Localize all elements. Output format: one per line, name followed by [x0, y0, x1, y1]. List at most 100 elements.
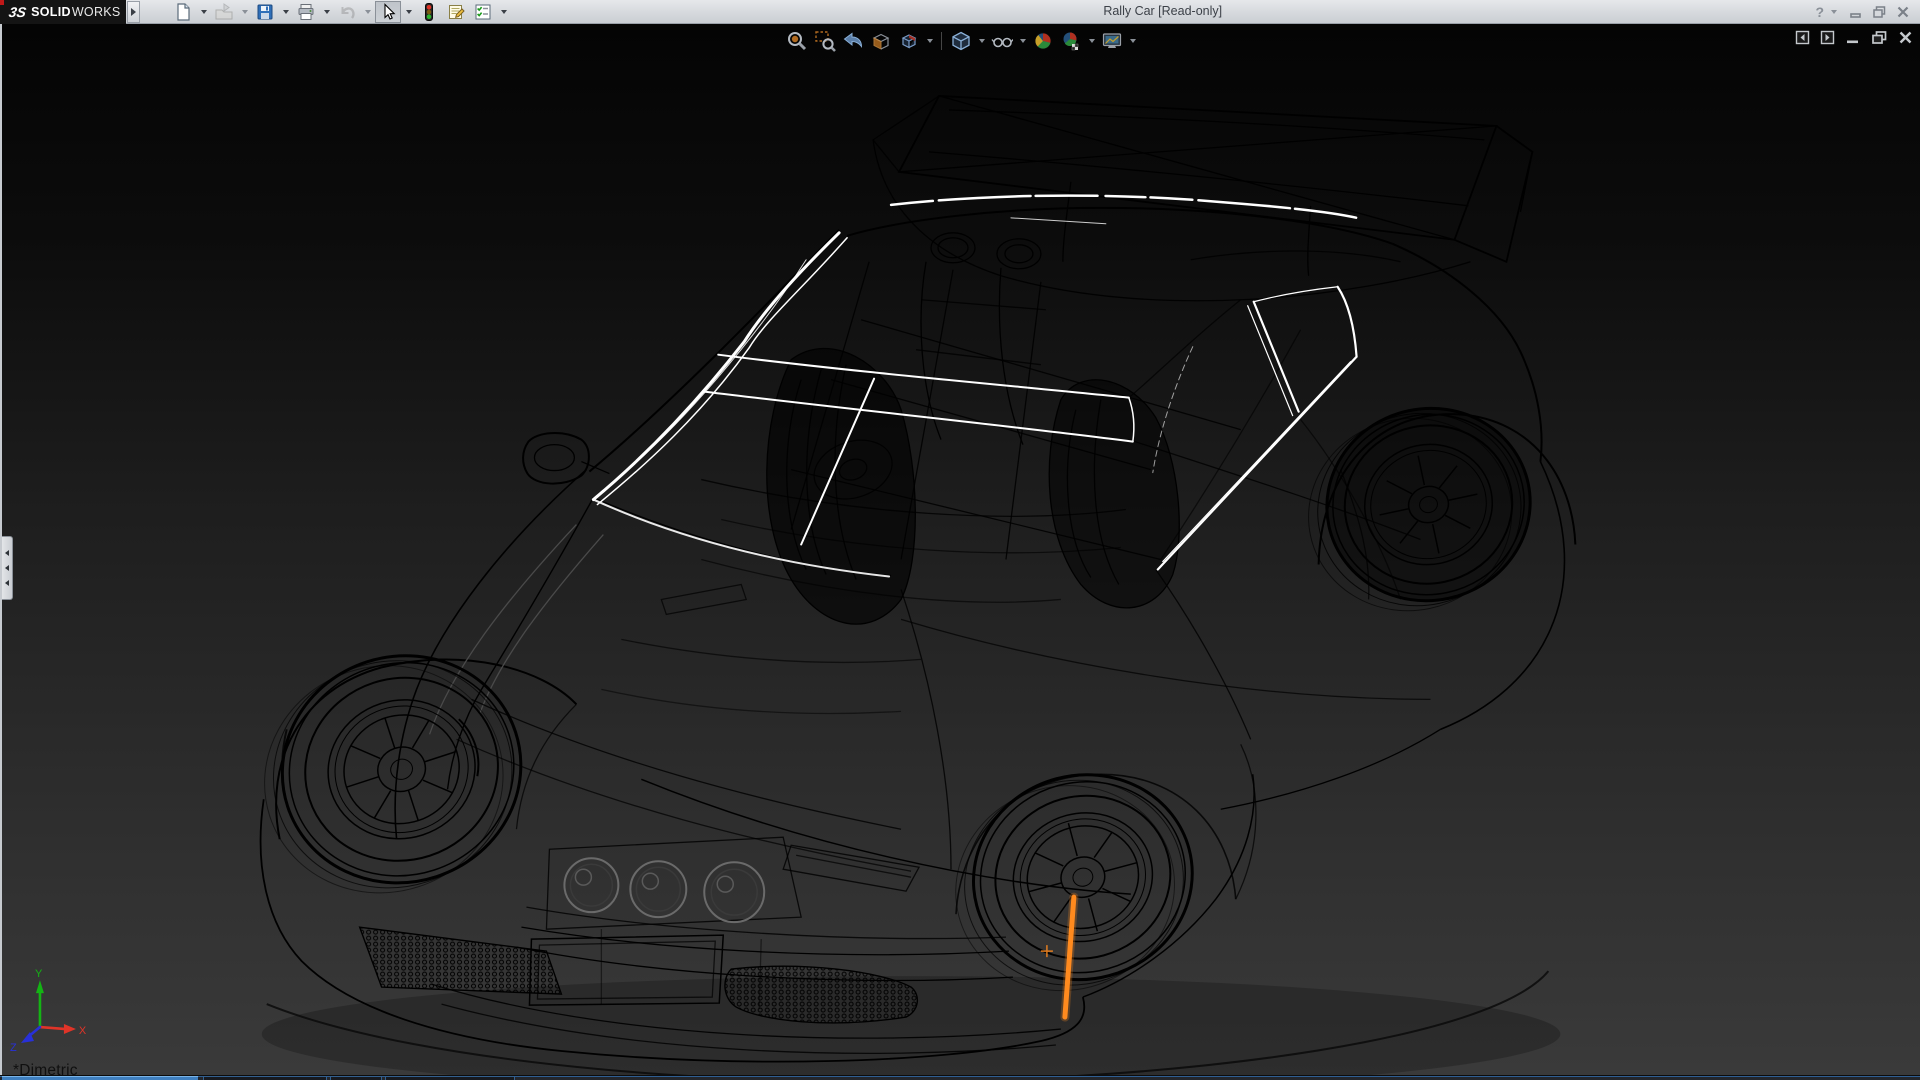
zoom-to-area-icon: [814, 30, 836, 52]
solidworks-logo: 3S SOLID WORKS: [0, 0, 126, 24]
file-properties-icon: [446, 2, 466, 22]
hide-show-items-glasses-icon: [991, 30, 1013, 52]
select-dropdown-caret[interactable]: [406, 10, 412, 14]
print-icon: [296, 2, 316, 22]
brand-text-light: WORKS: [72, 5, 121, 19]
new-document-button[interactable]: [170, 1, 196, 23]
help-button[interactable]: ?: [1815, 4, 1840, 20]
new-dropdown-caret[interactable]: [201, 10, 207, 14]
solidworks-logo-mark: 3S: [8, 4, 28, 20]
undo-button[interactable]: [334, 1, 360, 23]
triad-z-label: Z: [10, 1042, 17, 1054]
save-button[interactable]: [252, 1, 278, 23]
view-orientation-label: *Dimetric: [13, 1062, 78, 1075]
rebuild-button[interactable]: [416, 1, 442, 23]
options-dropdown-caret[interactable]: [501, 10, 507, 14]
section-view-icon: [870, 30, 892, 52]
taskbar-button-edge[interactable]: [203, 1076, 327, 1080]
save-dropdown-caret[interactable]: [283, 10, 289, 14]
model-wireframe-rally-car[interactable]: Y X Z: [2, 24, 1920, 1075]
zoom-to-fit-icon: [786, 30, 808, 52]
minimize-button[interactable]: [1849, 5, 1863, 19]
options-button[interactable]: [470, 1, 496, 23]
previous-view-button[interactable]: [840, 29, 866, 53]
front-lights: [564, 858, 764, 922]
open-button[interactable]: [211, 1, 237, 23]
file-properties-button[interactable]: [443, 1, 469, 23]
restore-button[interactable]: [1872, 5, 1887, 19]
pane-toggle-right-icon: [1820, 30, 1835, 45]
titlebar: 3S SOLID WORKS: [0, 0, 1920, 24]
select-button[interactable]: [375, 1, 401, 23]
undo-icon: [337, 2, 357, 22]
menu-expand-arrow[interactable]: [127, 1, 140, 23]
document-window-controls: [1795, 30, 1913, 45]
open-icon: [214, 2, 234, 22]
collapse-left-icon: [5, 580, 9, 586]
rebuild-traffic-light-icon: [419, 2, 439, 22]
solidworks-window: 3S SOLID WORKS: [0, 0, 1920, 1080]
display-style-icon: [898, 30, 920, 52]
toolbar-separator: [941, 32, 942, 50]
taskbar-button-edge[interactable]: [330, 1076, 382, 1080]
apply-scene-icon: [1060, 30, 1082, 52]
view-settings-dropdown-caret[interactable]: [1130, 39, 1136, 43]
triad-y-label: Y: [35, 968, 43, 980]
zoom-to-area-button[interactable]: [812, 29, 838, 53]
restore-document-icon: [1871, 30, 1888, 45]
zoom-to-fit-button[interactable]: [784, 29, 810, 53]
orientation-triad: Y X Z: [10, 968, 87, 1054]
display-style-dropdown-caret[interactable]: [927, 39, 933, 43]
close-document-button[interactable]: [1898, 30, 1913, 45]
window-controls: ?: [1815, 4, 1910, 20]
restore-icon: [1872, 5, 1887, 19]
select-cursor-icon: [378, 2, 398, 22]
taskbar-button-edge[interactable]: [385, 1076, 515, 1080]
wheel-rear-right: [1289, 390, 1575, 630]
brand-text-bold: SOLID: [31, 5, 71, 19]
right-arrow-icon: [131, 8, 136, 16]
undo-dropdown-caret[interactable]: [365, 10, 371, 14]
standard-toolbar: [170, 1, 510, 23]
hide-show-items-button[interactable]: [989, 29, 1015, 53]
view-settings-button[interactable]: [1099, 29, 1125, 53]
wheel-front-left: [234, 625, 552, 924]
apply-scene-button[interactable]: [1058, 29, 1084, 53]
save-icon: [255, 2, 275, 22]
pane-toggle-right-button[interactable]: [1820, 30, 1835, 45]
edit-appearance-button[interactable]: [1030, 29, 1056, 53]
heads-up-view-toolbar: [784, 29, 1138, 53]
pane-toggle-left-icon: [1795, 30, 1810, 45]
collapse-left-icon: [5, 565, 9, 571]
close-document-icon: [1898, 30, 1913, 45]
triad-x-label: X: [79, 1025, 87, 1037]
display-style-button[interactable]: [896, 29, 922, 53]
view-settings-icon: [1101, 30, 1123, 52]
help-icon: ?: [1815, 4, 1824, 20]
apply-scene-dropdown-caret[interactable]: [1089, 39, 1095, 43]
minimize-icon: [1849, 5, 1863, 19]
view-orientation-button[interactable]: [948, 29, 974, 53]
close-button[interactable]: [1896, 5, 1910, 19]
print-dropdown-caret[interactable]: [324, 10, 330, 14]
restore-document-button[interactable]: [1871, 30, 1888, 45]
close-icon: [1896, 5, 1910, 19]
help-dropdown-caret[interactable]: [1831, 10, 1837, 14]
new-document-icon: [173, 2, 193, 22]
taskbar-edge: [0, 1075, 1920, 1080]
graphics-area[interactable]: Y X Z: [0, 24, 1920, 1075]
section-view-button[interactable]: [868, 29, 894, 53]
hide-show-dropdown-caret[interactable]: [1020, 39, 1026, 43]
panel-splitter-handle[interactable]: [2, 536, 13, 600]
view-orientation-cube-icon: [950, 30, 972, 52]
pane-toggle-left-button[interactable]: [1795, 30, 1810, 45]
collapse-left-icon: [5, 550, 9, 556]
taskbar-active-button-edge[interactable]: [2, 1076, 198, 1080]
open-dropdown-caret[interactable]: [242, 10, 248, 14]
options-checklist-icon: [473, 2, 493, 22]
edit-appearance-ball-icon: [1032, 30, 1054, 52]
view-orientation-dropdown-caret[interactable]: [979, 39, 985, 43]
print-button[interactable]: [293, 1, 319, 23]
minimize-document-icon: [1845, 30, 1861, 45]
minimize-document-button[interactable]: [1845, 30, 1861, 45]
